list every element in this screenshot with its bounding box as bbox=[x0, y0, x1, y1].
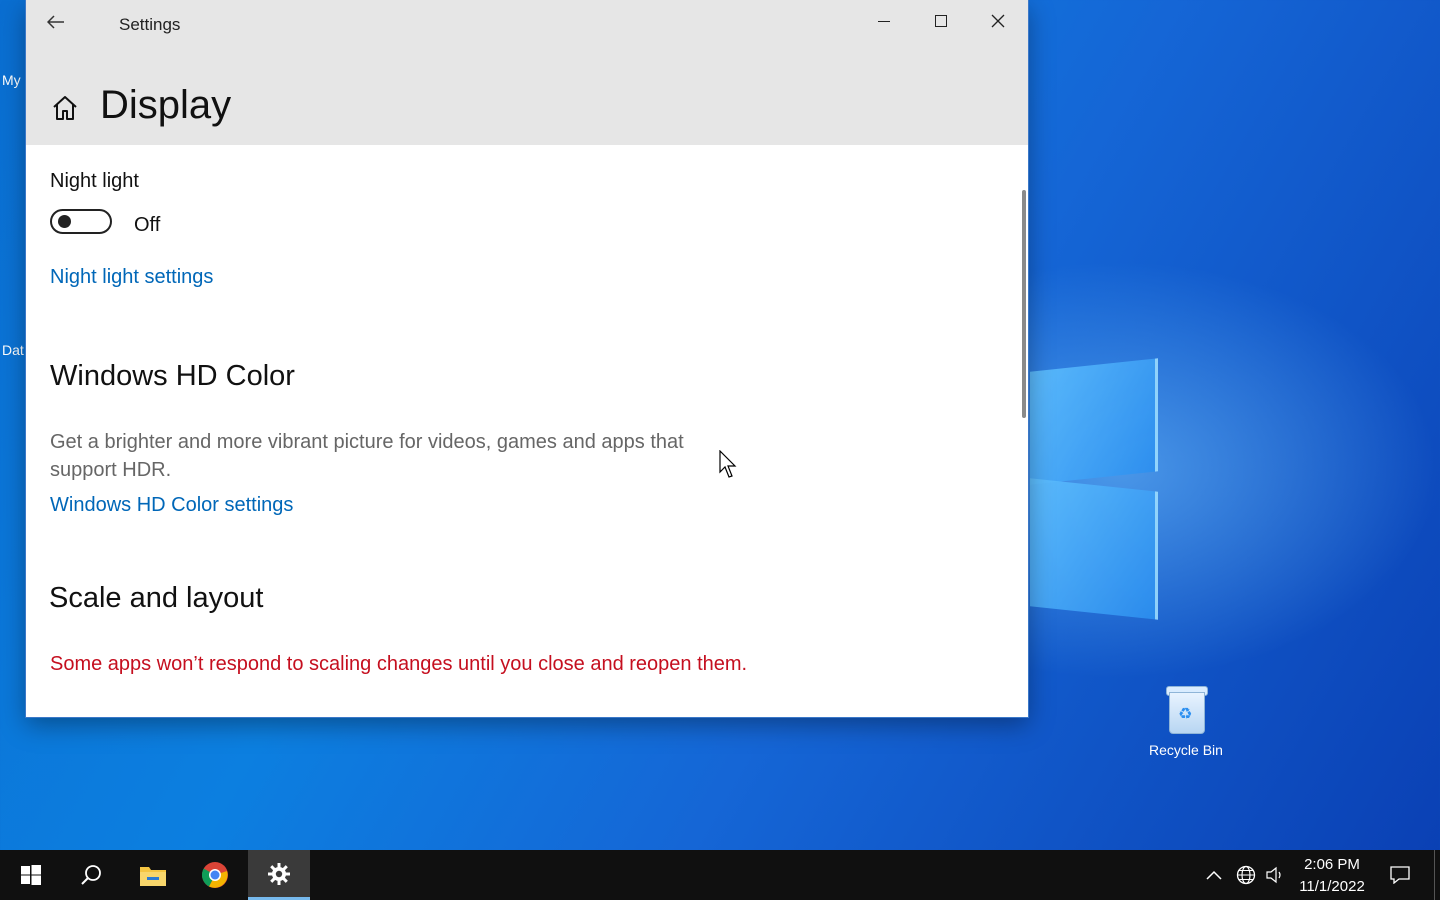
back-arrow-icon bbox=[47, 15, 64, 29]
taskbar: 2:06 PM 11/1/2022 bbox=[0, 850, 1440, 900]
globe-icon bbox=[1236, 865, 1256, 885]
speaker-icon bbox=[1266, 866, 1281, 884]
chrome-icon bbox=[201, 862, 228, 888]
clock-date: 11/1/2022 bbox=[1299, 878, 1365, 895]
clock-time: 2:06 PM bbox=[1304, 856, 1360, 873]
hd-color-heading: Windows HD Color bbox=[50, 360, 295, 392]
wallpaper-windows-logo bbox=[1030, 345, 1160, 620]
settings-content: Night light Off Night light settings Win… bbox=[49, 145, 1028, 717]
maximize-icon bbox=[935, 15, 947, 27]
start-button[interactable] bbox=[0, 850, 62, 900]
close-icon bbox=[991, 14, 1005, 28]
scrollbar[interactable] bbox=[1022, 190, 1026, 418]
night-light-settings-link[interactable]: Night light settings bbox=[50, 266, 213, 289]
minimize-button[interactable] bbox=[856, 0, 912, 42]
action-center-button[interactable] bbox=[1382, 850, 1418, 900]
desktop-icon-label-my[interactable]: My bbox=[2, 72, 21, 88]
settings-taskbar-button[interactable] bbox=[248, 850, 310, 900]
window-title: Settings bbox=[119, 15, 181, 34]
chevron-up-icon bbox=[1206, 870, 1222, 880]
scale-layout-heading: Scale and layout bbox=[49, 582, 264, 614]
network-button[interactable] bbox=[1232, 850, 1260, 900]
notification-icon bbox=[1390, 866, 1410, 884]
show-desktop-button[interactable] bbox=[1434, 850, 1440, 900]
show-hidden-icons-button[interactable] bbox=[1200, 850, 1228, 900]
file-explorer-icon bbox=[140, 867, 166, 886]
maximize-button[interactable] bbox=[913, 0, 969, 42]
mouse-cursor-icon bbox=[719, 450, 737, 478]
night-light-label: Night light bbox=[50, 170, 139, 192]
scale-warning-text: Some apps won’t respond to scaling chang… bbox=[50, 653, 748, 675]
file-explorer-button[interactable] bbox=[122, 850, 184, 900]
title-bar: Settings Display bbox=[26, 0, 1028, 145]
hd-color-settings-link[interactable]: Windows HD Color settings bbox=[50, 494, 293, 517]
toggle-knob bbox=[58, 215, 71, 228]
close-button[interactable] bbox=[970, 0, 1026, 42]
desktop-icon-label-dat[interactable]: Dat bbox=[2, 342, 24, 358]
chrome-button[interactable] bbox=[184, 850, 246, 900]
search-button[interactable] bbox=[60, 850, 122, 900]
settings-window: Settings Display Night light Off Night l… bbox=[26, 0, 1028, 717]
recycle-bin-icon: ♻ bbox=[1163, 682, 1209, 734]
recycle-bin[interactable]: ♻ Recycle Bin bbox=[1140, 682, 1232, 758]
hd-color-description: Get a brighter and more vibrant picture … bbox=[50, 431, 684, 481]
taskbar-clock[interactable]: 2:06 PM 11/1/2022 bbox=[1292, 854, 1372, 898]
home-icon[interactable] bbox=[50, 93, 80, 123]
back-button[interactable] bbox=[38, 6, 74, 38]
recycle-bin-label: Recycle Bin bbox=[1149, 742, 1223, 758]
night-light-toggle[interactable] bbox=[50, 209, 112, 234]
start-icon bbox=[21, 865, 41, 885]
volume-button[interactable] bbox=[1262, 850, 1288, 900]
minimize-icon bbox=[878, 20, 890, 22]
page-title: Display bbox=[100, 83, 232, 127]
night-light-state: Off bbox=[134, 214, 161, 236]
settings-icon bbox=[268, 862, 290, 885]
search-icon bbox=[81, 865, 101, 885]
